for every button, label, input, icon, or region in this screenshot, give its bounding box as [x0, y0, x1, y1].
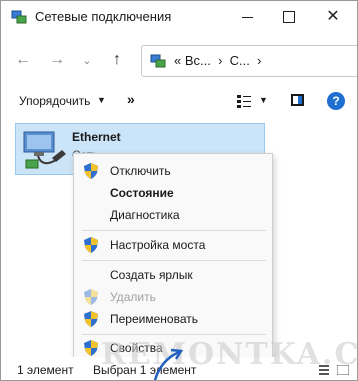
menu-item-disable[interactable]: Отключить — [74, 160, 272, 182]
menu-item-label: Удалить — [110, 290, 156, 304]
navigation-bar: ← → ⌄ ↑ « Вс... › С... › — [1, 41, 357, 79]
forward-arrow-icon[interactable]: → — [45, 49, 69, 71]
menu-separator — [82, 334, 266, 335]
maximize-button[interactable] — [267, 1, 311, 33]
uac-shield-icon — [84, 311, 98, 327]
window-title: Сетевые подключения — [35, 9, 172, 24]
menu-item-bridge-connections[interactable]: Настройка моста — [74, 234, 272, 256]
up-arrow-icon[interactable]: ↑ — [105, 49, 129, 71]
network-connections-icon — [150, 54, 166, 68]
menu-separator — [82, 260, 266, 261]
minimize-icon — [241, 16, 253, 18]
back-arrow-icon[interactable]: ← — [11, 49, 35, 71]
uac-shield-icon — [84, 289, 98, 305]
more-commands-button[interactable]: » — [127, 91, 135, 107]
context-menu: Отключить Состояние Диагностика Настройк… — [73, 153, 273, 359]
organize-button[interactable]: Упорядочить — [19, 94, 90, 108]
explorer-window: Сетевые подключения ✕ ← → ⌄ ↑ « Вс... › … — [0, 0, 358, 381]
organize-caret-icon[interactable]: ▼ — [97, 95, 106, 105]
preview-pane-icon[interactable] — [291, 94, 304, 106]
menu-item-rename[interactable]: Переименовать — [74, 308, 272, 330]
change-view-icon[interactable] — [237, 94, 251, 108]
uac-shield-icon — [84, 237, 98, 253]
title-bar[interactable]: Сетевые подключения ✕ — [1, 1, 357, 33]
menu-separator — [82, 230, 266, 231]
view-caret-icon[interactable]: ▼ — [259, 95, 268, 105]
menu-item-label: Переименовать — [110, 312, 198, 326]
help-button[interactable]: ? — [327, 92, 345, 110]
recent-locations-chevron-icon[interactable]: ⌄ — [75, 49, 99, 71]
menu-item-label: Создать ярлык — [110, 268, 193, 282]
command-toolbar: Упорядочить ▼ » ▼ ? — [1, 85, 357, 117]
menu-item-delete: Удалить — [74, 286, 272, 308]
close-button[interactable]: ✕ — [311, 1, 355, 33]
network-adapter-icon — [23, 131, 66, 169]
close-icon: ✕ — [326, 8, 340, 25]
watermark: REMONTKA.COM — [101, 337, 358, 372]
menu-item-status[interactable]: Состояние — [74, 182, 272, 204]
pointer-arrow-icon — [153, 348, 184, 380]
maximize-icon — [283, 11, 295, 23]
address-bar[interactable]: « Вс... › С... › — [141, 45, 357, 77]
menu-item-label: Настройка моста — [110, 238, 206, 252]
menu-item-label: Диагностика — [110, 208, 180, 222]
menu-item-create-shortcut[interactable]: Создать ярлык — [74, 264, 272, 286]
network-connections-icon — [11, 10, 27, 24]
item-count: 1 элемент — [17, 363, 74, 377]
menu-item-label: Состояние — [110, 186, 174, 200]
menu-item-label: Отключить — [110, 164, 171, 178]
minimize-button[interactable] — [225, 1, 269, 33]
address-breadcrumb[interactable]: « Вс... › С... › — [174, 53, 261, 68]
uac-shield-icon — [84, 163, 98, 179]
uac-shield-icon — [84, 340, 98, 356]
menu-item-diagnostics[interactable]: Диагностика — [74, 204, 272, 226]
item-name: Ethernet — [72, 130, 121, 144]
